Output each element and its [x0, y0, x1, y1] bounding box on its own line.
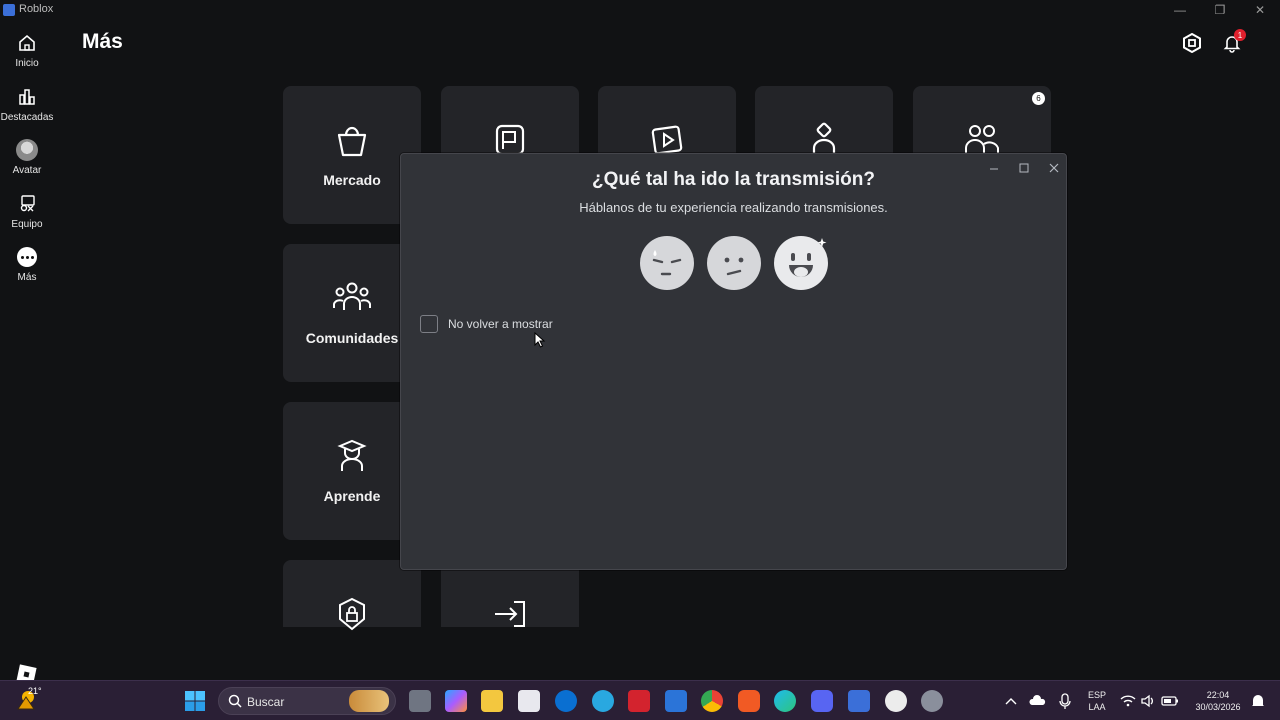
more-icon — [16, 246, 38, 268]
sad-face-icon[interactable] — [640, 236, 694, 290]
mail-icon[interactable] — [665, 690, 687, 712]
discord-icon[interactable] — [811, 690, 833, 712]
copilot-icon[interactable] — [445, 690, 467, 712]
onedrive-icon[interactable] — [1029, 690, 1047, 712]
search-icon — [228, 694, 242, 708]
window-title: Roblox — [19, 3, 54, 15]
tile-sign-in[interactable] — [441, 560, 579, 627]
tile-security[interactable] — [283, 560, 421, 631]
roblox-app-icon — [3, 4, 15, 16]
hp-support-icon[interactable] — [592, 690, 614, 712]
neutral-face-icon[interactable] — [707, 236, 761, 290]
notification-center-icon[interactable] — [1250, 690, 1266, 712]
wifi-icon[interactable] — [1119, 690, 1137, 712]
dont-show-again-row[interactable]: No volver a mostrar — [420, 315, 553, 333]
clock-time: 22:04 — [1206, 690, 1230, 700]
notification-count-badge: 1 — [1234, 29, 1246, 41]
clock-date: 30/03/2026 — [1195, 702, 1241, 712]
microsoft-store-icon[interactable] — [518, 690, 540, 712]
crunchyroll-icon[interactable] — [738, 690, 760, 712]
graduation-icon — [332, 436, 372, 476]
language-layout: LAA — [1088, 702, 1106, 712]
chevron-up-icon[interactable] — [1003, 690, 1019, 712]
mouse-cursor-icon — [534, 332, 546, 348]
volume-icon[interactable] — [1140, 690, 1156, 712]
keyboard-language[interactable]: ESP LAA — [1086, 689, 1108, 713]
sidebar-item-destacadas[interactable]: Destacadas — [0, 86, 54, 123]
settings-gear-icon[interactable] — [921, 690, 943, 712]
avatar-icon — [16, 139, 38, 161]
weather-temperature: 21° — [28, 686, 42, 696]
dialog-subtitle: Háblanos de tu experiencia realizando tr… — [579, 200, 888, 215]
sidebar-item-label: Equipo — [11, 219, 43, 230]
roblox-taskbar-icon[interactable] — [848, 690, 870, 712]
window-titlebar: Roblox — ❐ ✕ — [0, 0, 1280, 20]
happy-face-icon[interactable] — [774, 236, 828, 290]
microphone-icon[interactable] — [1057, 690, 1073, 712]
stream-feedback-dialog: ¿Qué tal ha ido la transmisión? Háblanos… — [400, 153, 1067, 570]
hp-icon[interactable] — [555, 690, 577, 712]
communities-icon — [332, 278, 372, 318]
sidebar-item-label: Avatar — [12, 165, 42, 176]
mcafee-icon[interactable] — [628, 690, 650, 712]
sidebar-item-inicio[interactable]: Inicio — [0, 32, 54, 69]
search-highlight-icon — [349, 690, 389, 712]
obs-icon[interactable] — [885, 690, 907, 712]
sidebar: Inicio Destacadas Avatar Equipo Más — [0, 20, 54, 685]
lock-shield-icon — [332, 594, 372, 634]
inventory-icon — [16, 193, 38, 215]
windows-taskbar: 21° Buscar ESP LAA 22:04 30/03/2026 — [0, 680, 1280, 720]
sidebar-item-label: Inicio — [15, 58, 39, 69]
chrome-icon[interactable] — [701, 690, 723, 712]
friends-count-badge: 6 — [1032, 92, 1045, 105]
taskbar-search-box[interactable]: Buscar — [218, 687, 396, 715]
dont-show-again-checkbox[interactable] — [420, 315, 438, 333]
rating-faces — [640, 236, 828, 290]
sidebar-item-mas[interactable]: Más — [0, 246, 54, 283]
page-title: Más — [82, 30, 123, 53]
language-code: ESP — [1087, 690, 1106, 700]
dont-show-again-label[interactable]: No volver a mostrar — [448, 317, 553, 331]
sign-in-icon — [490, 594, 530, 634]
sidebar-item-label: Destacadas — [0, 112, 54, 123]
task-view-icon[interactable] — [409, 690, 431, 712]
restore-button[interactable]: ❐ — [1200, 0, 1240, 20]
close-button[interactable]: ✕ — [1240, 0, 1280, 20]
system-clock[interactable]: 22:04 30/03/2026 — [1188, 689, 1248, 713]
sidebar-item-label: Más — [17, 272, 37, 283]
windows-start-icon[interactable] — [184, 690, 206, 712]
sidebar-item-equipo[interactable]: Equipo — [0, 193, 54, 230]
dialog-title: ¿Qué tal ha ido la transmisión? — [592, 169, 875, 190]
home-icon — [16, 32, 38, 54]
battery-icon[interactable] — [1160, 690, 1180, 712]
minimize-button[interactable]: — — [1160, 0, 1200, 20]
bar-chart-icon — [16, 86, 38, 108]
file-explorer-icon[interactable] — [481, 690, 503, 712]
robux-icon[interactable] — [1179, 30, 1205, 56]
shopping-bag-icon — [332, 120, 372, 160]
search-placeholder: Buscar — [247, 695, 285, 709]
sidebar-item-avatar[interactable]: Avatar — [0, 139, 54, 176]
edge-icon[interactable] — [774, 690, 796, 712]
